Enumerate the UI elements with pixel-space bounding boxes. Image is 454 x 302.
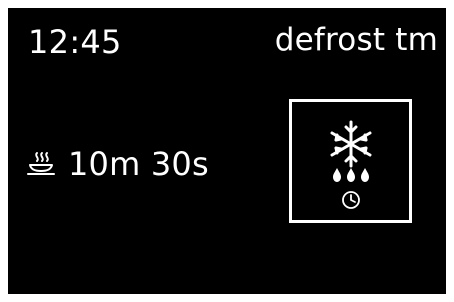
clock-icon — [342, 191, 360, 209]
duration-value: 10m 30s — [68, 145, 209, 183]
water-drops-icon — [333, 168, 369, 182]
display-screen: 12:45 defrost tm 10m 30s — [8, 8, 446, 294]
mode-title: defrost tm — [274, 22, 438, 58]
snowflake-icon — [330, 120, 372, 168]
duration-row: 10m 30s — [26, 144, 209, 184]
defrost-mode-button[interactable] — [289, 99, 412, 223]
dish-steam-icon — [27, 152, 55, 175]
clock-time: 12:45 — [28, 23, 122, 61]
